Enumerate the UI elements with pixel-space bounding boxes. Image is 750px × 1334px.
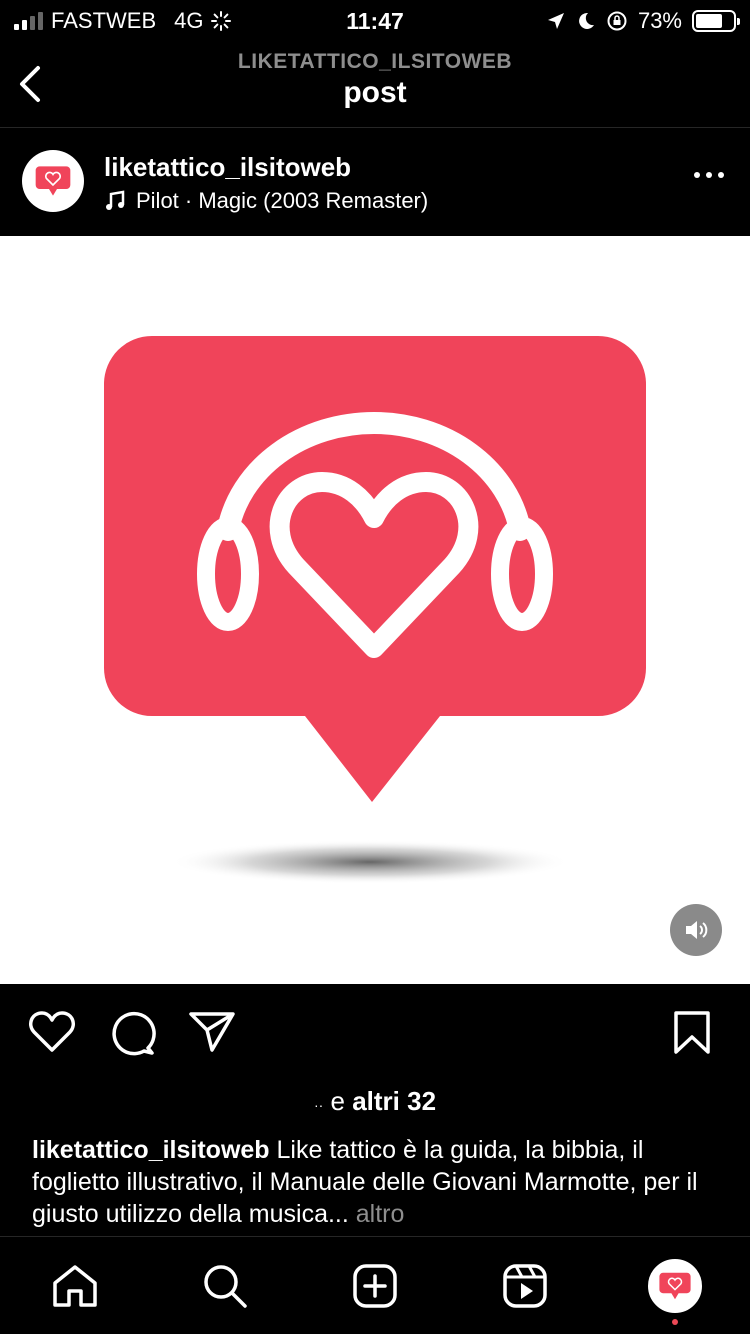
nav-header: LIKETATTICO_ILSITOWEB post — [0, 44, 750, 128]
sound-toggle-button[interactable] — [670, 904, 722, 956]
music-note-icon — [106, 190, 125, 210]
home-icon — [53, 1265, 97, 1307]
reels-icon — [503, 1264, 547, 1308]
tab-search[interactable] — [200, 1261, 250, 1311]
avatar[interactable] — [22, 150, 84, 212]
post-caption: liketattico_ilsitoweb Like tattico è la … — [32, 1134, 722, 1230]
comment-icon — [112, 1011, 156, 1056]
post-username[interactable]: liketattico_ilsitoweb — [104, 152, 351, 183]
send-icon — [189, 1012, 235, 1052]
notification-dot — [672, 1319, 678, 1325]
profile-avatar-icon — [659, 1272, 691, 1300]
more-options-icon[interactable] — [694, 172, 724, 178]
post-image — [104, 336, 646, 884]
nav-subtitle: LIKETATTICO_ILSITOWEB — [237, 50, 513, 73]
liked-by-dots-icon: ·· — [313, 1097, 324, 1113]
location-icon — [547, 13, 564, 29]
battery-icon — [692, 10, 740, 32]
battery-percent: 73% — [637, 8, 682, 33]
brand-logo-icon — [35, 166, 71, 196]
save-button[interactable] — [672, 1010, 712, 1061]
tab-create[interactable] — [350, 1261, 400, 1311]
share-button[interactable] — [188, 1010, 236, 1059]
tab-reels[interactable] — [500, 1261, 550, 1311]
like-button[interactable] — [28, 1010, 76, 1059]
post-media[interactable] — [0, 236, 750, 984]
likes-count: altri 32 — [352, 1086, 437, 1116]
add-post-icon — [353, 1264, 397, 1308]
page-title: post — [343, 76, 407, 109]
rotation-lock-icon — [607, 11, 627, 31]
bottom-tab-bar — [0, 1236, 750, 1334]
search-icon — [204, 1265, 247, 1308]
bookmark-icon — [674, 1011, 710, 1054]
tab-profile[interactable] — [648, 1259, 702, 1313]
comment-button[interactable] — [108, 1010, 156, 1061]
speaker-icon — [686, 921, 708, 939]
likes-prefix: e — [330, 1086, 345, 1116]
status-bar: FASTWEB 4G 11:47 73% — [0, 0, 750, 44]
music-title: Pilot · Magic (2003 Remaster) — [136, 188, 429, 213]
tab-home[interactable] — [50, 1261, 100, 1311]
likes-summary[interactable]: ·· e altri 32 — [0, 1086, 750, 1117]
moon-icon — [579, 12, 594, 29]
post-actions — [0, 984, 750, 1084]
post-header: liketattico_ilsitoweb Pilot · Magic (200… — [0, 128, 750, 236]
caption-username[interactable]: liketattico_ilsitoweb — [32, 1136, 270, 1164]
heart-icon — [29, 1011, 75, 1052]
caption-more-link[interactable]: altro — [356, 1200, 405, 1228]
music-link[interactable]: Pilot · Magic (2003 Remaster) — [104, 188, 428, 214]
